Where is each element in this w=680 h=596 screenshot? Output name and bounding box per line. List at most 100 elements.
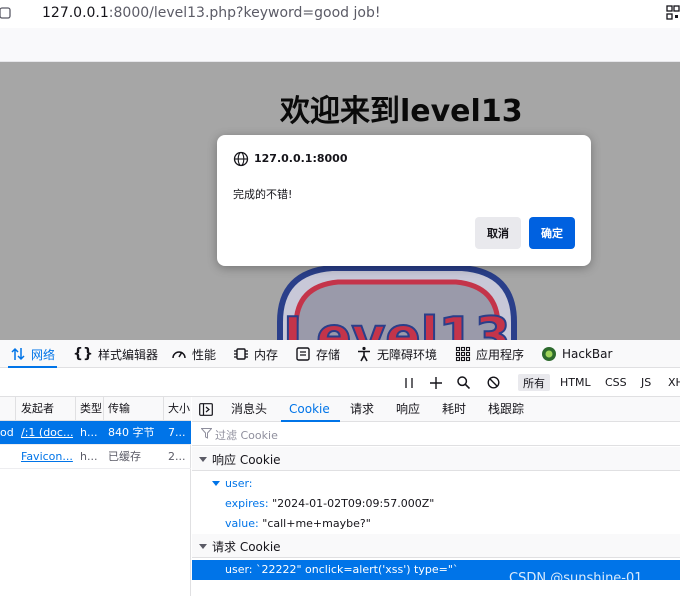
filter-icon xyxy=(201,428,212,439)
tab-accessibility[interactable]: 无障碍环境 xyxy=(356,340,437,368)
column-divider xyxy=(103,397,104,421)
grid-icon xyxy=(455,346,471,362)
request-table: 发起者 类型 传输 大小 od /:1 (doc... h... 840 字节 … xyxy=(0,397,191,596)
cookie-filter-input[interactable]: 过滤 Cookie xyxy=(192,422,680,446)
cancel-button[interactable]: 取消 xyxy=(475,217,521,249)
table-header: 发起者 类型 传输 大小 xyxy=(0,397,191,421)
sidebar-toggle-icon[interactable] xyxy=(199,403,213,416)
expires-key: expires: xyxy=(225,497,269,510)
tab-memory[interactable]: 内存 xyxy=(233,340,278,368)
tab-label: 应用程序 xyxy=(476,347,525,362)
tab-request[interactable]: 请求 xyxy=(350,397,374,422)
column-divider xyxy=(75,397,76,421)
tab-style-editor[interactable]: {} 样式编辑器 xyxy=(73,340,158,368)
tab-label: 内存 xyxy=(254,347,279,362)
row-transfer-cell: 840 字节 xyxy=(108,426,155,439)
details-tabbar: 消息头 Cookie 请求 响应 耗时 栈跟踪 xyxy=(192,397,680,422)
row-initiator-cell[interactable]: Favicon... xyxy=(21,445,73,469)
request-details-panel: 消息头 Cookie 请求 响应 耗时 栈跟踪 过滤 Cookie 响应 Coo… xyxy=(192,397,680,596)
site-info-icon[interactable] xyxy=(0,6,14,20)
filter-js[interactable]: JS xyxy=(641,374,651,391)
filter-css[interactable]: CSS xyxy=(605,374,627,391)
watermark-text: CSDN @sunshine-01 xyxy=(509,571,643,586)
url-bar[interactable]: 127.0.0.1:8000/level13.php?keyword=good … xyxy=(0,0,680,28)
request-cookie-text: user: `22222" onclick=alert('xss') type=… xyxy=(225,563,459,576)
network-filter-bar: 所有 HTML CSS JS XH xyxy=(0,368,680,397)
tab-cookie[interactable]: Cookie xyxy=(281,397,340,422)
collapse-triangle-icon xyxy=(199,544,207,549)
tab-timings[interactable]: 耗时 xyxy=(442,397,466,422)
svg-text:Level13: Level13 xyxy=(283,307,511,340)
devtools-toolbar: 网络 {} 样式编辑器 性能 内存 存储 无障碍环境 应用程序 HackBar xyxy=(0,340,680,368)
tab-label: 网络 xyxy=(31,347,56,362)
value-value: "call+me+maybe?" xyxy=(262,517,371,530)
section-title: 请求 Cookie xyxy=(212,540,281,554)
pause-icon[interactable] xyxy=(404,374,414,391)
row-file-cell: od xyxy=(0,426,14,439)
gauge-icon xyxy=(172,351,186,359)
value-key: value: xyxy=(225,517,259,530)
tab-hackbar[interactable]: HackBar xyxy=(541,340,612,368)
tab-network[interactable]: 网络 xyxy=(8,340,58,368)
column-transferred[interactable]: 传输 xyxy=(108,397,130,421)
response-cookie-section[interactable]: 响应 Cookie xyxy=(192,447,680,471)
section-title: 响应 Cookie xyxy=(212,453,281,467)
tab-storage[interactable]: 存储 xyxy=(295,340,340,368)
accessibility-icon xyxy=(358,346,370,362)
row-initiator-cell[interactable]: /:1 (doc... xyxy=(21,421,73,445)
tab-response[interactable]: 响应 xyxy=(396,397,420,422)
dialog-message: 完成的不错! xyxy=(233,188,293,201)
tab-label: 存储 xyxy=(316,347,341,362)
filter-html[interactable]: HTML xyxy=(560,374,591,391)
url-path: :8000/level13.php?keyword=good job! xyxy=(108,5,381,21)
row-transfer-cell: 已缓存 xyxy=(108,450,141,463)
url-text[interactable]: 127.0.0.1:8000/level13.php?keyword=good … xyxy=(42,5,380,21)
cookie-name-user[interactable]: user: xyxy=(225,477,253,490)
column-divider xyxy=(15,397,16,421)
level-logo-image: Level13 xyxy=(277,265,517,340)
filter-xhr[interactable]: XH xyxy=(668,374,680,391)
braces-icon: {} xyxy=(73,346,93,362)
storage-icon xyxy=(296,347,310,361)
cookie-value-row[interactable]: value: "call+me+maybe?" xyxy=(225,517,371,530)
network-arrows-icon xyxy=(11,347,25,361)
hackbar-icon xyxy=(542,347,556,361)
row-type-cell: h... xyxy=(80,426,98,439)
tab-headers[interactable]: 消息头 xyxy=(231,397,267,422)
url-host: 127.0.0.1 xyxy=(42,5,109,21)
toolbar-strip xyxy=(0,28,680,62)
cookie-filter-placeholder: 过滤 Cookie xyxy=(215,429,278,442)
collapse-triangle-icon xyxy=(199,457,207,462)
search-icon[interactable] xyxy=(457,374,470,391)
block-icon[interactable] xyxy=(487,374,500,391)
column-type[interactable]: 类型 xyxy=(80,397,102,421)
table-row[interactable]: od /:1 (doc... h... 840 字节 7... xyxy=(0,421,191,445)
expand-triangle-icon[interactable] xyxy=(212,481,220,486)
column-divider xyxy=(163,397,164,421)
tab-performance[interactable]: 性能 xyxy=(171,340,216,368)
tab-label: 性能 xyxy=(192,347,217,362)
column-size[interactable]: 大小 xyxy=(168,397,190,421)
table-row[interactable]: Favicon... h... 已缓存 2... xyxy=(0,445,191,469)
filter-all[interactable]: 所有 xyxy=(518,374,550,391)
memory-icon xyxy=(234,348,248,360)
expires-value: "2024-01-02T09:09:57.000Z" xyxy=(272,497,435,510)
row-size-cell: 7... xyxy=(168,426,186,439)
ok-button[interactable]: 确定 xyxy=(529,217,575,249)
request-cookie-section[interactable]: 请求 Cookie xyxy=(192,534,680,558)
add-icon[interactable] xyxy=(430,374,442,391)
qr-code-icon[interactable] xyxy=(666,5,680,21)
tab-application[interactable]: 应用程序 xyxy=(455,340,524,368)
row-type-cell: h... xyxy=(80,450,98,463)
tab-label: 无障碍环境 xyxy=(377,347,438,362)
row-size-cell: 2... xyxy=(168,450,186,463)
tab-stack-trace[interactable]: 栈跟踪 xyxy=(488,397,524,422)
column-initiator[interactable]: 发起者 xyxy=(21,397,54,421)
tab-label: 样式编辑器 xyxy=(97,347,158,362)
dialog-origin: 127.0.0.1:8000 xyxy=(254,152,348,165)
cookie-expires-row[interactable]: expires: "2024-01-02T09:09:57.000Z" xyxy=(225,497,434,510)
page-heading: 欢迎来到level13 xyxy=(280,94,523,129)
globe-icon xyxy=(233,151,249,167)
alert-dialog: 127.0.0.1:8000 完成的不错! 取消 确定 xyxy=(217,135,591,266)
tab-label: HackBar xyxy=(562,347,613,361)
